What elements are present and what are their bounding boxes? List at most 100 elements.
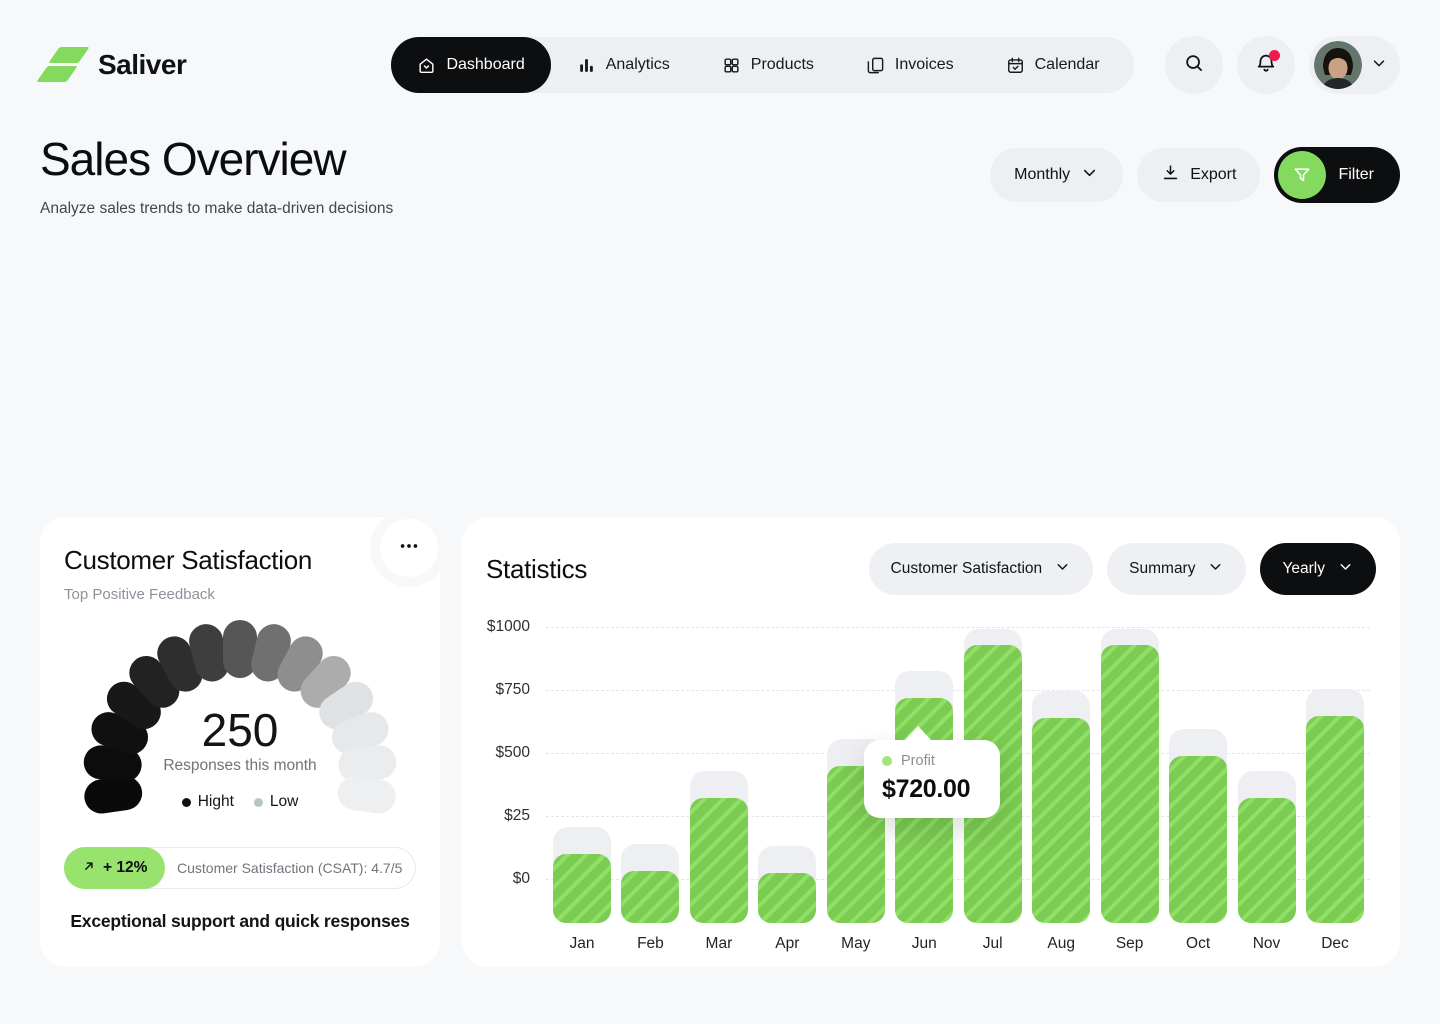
chart-bar-jan[interactable]: Jan (553, 627, 611, 923)
bar-fill (621, 871, 679, 923)
series-dot (882, 756, 892, 766)
y-axis-label: $1000 (476, 618, 530, 636)
bar-fill (553, 854, 611, 923)
x-axis-label: Aug (1032, 935, 1090, 953)
chart-bar-oct[interactable]: Oct (1169, 627, 1227, 923)
x-axis-label: Jun (895, 935, 953, 953)
invoice-icon (866, 56, 885, 75)
nav-item-label: Analytics (606, 56, 670, 74)
bar-fill (1032, 718, 1090, 923)
x-axis-label: Jan (553, 935, 611, 953)
gauge-legend: Hight Low (75, 793, 405, 811)
chevron-down-icon (1370, 54, 1388, 77)
bar-fill (1101, 645, 1159, 923)
mode-dropdown[interactable]: Summary (1107, 543, 1246, 595)
legend-item: Hight (182, 793, 234, 811)
chart-bar-sep[interactable]: Sep (1101, 627, 1159, 923)
legend-label: Hight (198, 793, 234, 811)
legend-dot (182, 798, 191, 807)
nav-item-calendar[interactable]: Calendar (980, 37, 1126, 93)
metric-dropdown-value: Customer Satisfaction (891, 560, 1043, 578)
arrow-up-right-icon (82, 859, 96, 878)
nav-item-products[interactable]: Products (696, 37, 840, 93)
x-axis-label: Dec (1306, 935, 1364, 953)
csat-badge-row: + 12% Customer Satisfaction (CSAT): 4.7/… (64, 847, 416, 889)
gauge-caption: Responses this month (75, 757, 405, 775)
chart-bar-aug[interactable]: Aug (1032, 627, 1090, 923)
bar-fill (690, 798, 748, 923)
chevron-down-icon (1207, 558, 1224, 580)
statistics-card: Statistics Customer Satisfaction Summary… (462, 517, 1400, 967)
metric-dropdown[interactable]: Customer Satisfaction (869, 543, 1094, 595)
main-nav: Dashboard Analytics Products Invoices Calend… (391, 37, 1133, 93)
avatar (1314, 41, 1362, 89)
search-button[interactable] (1165, 36, 1223, 94)
calendar-icon (1006, 56, 1025, 75)
y-axis-label: $500 (476, 744, 530, 762)
nav-item-dashboard[interactable]: Dashboard (391, 37, 550, 93)
chart-bar-apr[interactable]: Apr (758, 627, 816, 923)
profile-menu[interactable] (1309, 36, 1400, 94)
brand-logo-icon (40, 44, 86, 86)
range-dropdown-value: Yearly (1282, 560, 1325, 578)
tooltip-value: $720.00 (882, 775, 1000, 804)
filter-button-label: Filter (1338, 166, 1374, 184)
notification-dot (1269, 50, 1280, 61)
nav-item-label: Invoices (895, 56, 954, 74)
bar-fill (1238, 798, 1296, 923)
brand-logo[interactable]: Saliver (40, 44, 360, 86)
chevron-down-icon (1054, 558, 1071, 580)
chart-bar-nov[interactable]: Nov (1238, 627, 1296, 923)
legend-item: Low (254, 793, 298, 811)
mode-dropdown-value: Summary (1129, 560, 1195, 578)
customer-satisfaction-card: Customer Satisfaction Top Positive Feedb… (40, 517, 440, 967)
bar-fill (758, 873, 816, 923)
nav-item-invoices[interactable]: Invoices (840, 37, 980, 93)
notifications-button[interactable] (1237, 36, 1295, 94)
csat-score-text: Customer Satisfaction (CSAT): 4.7/5 (164, 860, 415, 876)
x-axis-label: Jul (964, 935, 1022, 953)
chart-tooltip: Profit $720.00 (864, 740, 1000, 818)
y-axis-label: $25 (476, 807, 530, 825)
home-icon (417, 56, 436, 75)
ellipsis-icon (398, 535, 420, 562)
top-bar: Saliver Dashboard Analytics Products Invoic… (0, 0, 1440, 94)
y-axis-label: $0 (476, 870, 530, 888)
y-axis-label: $750 (476, 681, 530, 699)
filter-button[interactable]: Filter (1274, 147, 1400, 203)
nav-item-analytics[interactable]: Analytics (551, 37, 696, 93)
legend-label: Low (270, 793, 298, 811)
chevron-down-icon (1337, 558, 1354, 580)
bar-fill (1306, 716, 1364, 923)
period-dropdown-value: Monthly (1014, 166, 1070, 184)
page-head: Sales Overview Analyze sales trends to m… (0, 94, 1440, 218)
top-actions (1165, 36, 1400, 94)
chart-area: $1000$750$500$25$0 JanFebMarAprMayJunJul… (476, 599, 1370, 971)
x-axis-label: Feb (621, 935, 679, 953)
page-subtitle: Analyze sales trends to make data-driven… (40, 200, 393, 218)
x-axis-label: May (827, 935, 885, 953)
period-dropdown[interactable]: Monthly (990, 148, 1123, 202)
change-badge-value: + 12% (103, 859, 147, 877)
legend-dot (254, 798, 263, 807)
tooltip-series-label: Profit (901, 753, 935, 769)
chart-bar-dec[interactable]: Dec (1306, 627, 1364, 923)
chart-bar-feb[interactable]: Feb (621, 627, 679, 923)
change-badge: + 12% (64, 847, 165, 889)
grid-icon (722, 56, 741, 75)
bar-fill (1169, 756, 1227, 923)
export-button[interactable]: Export (1137, 148, 1260, 202)
satisfaction-gauge: 250 Responses this month Hight Low (75, 605, 405, 823)
funnel-icon (1278, 151, 1326, 199)
range-dropdown[interactable]: Yearly (1260, 543, 1376, 595)
satisfaction-footer: Exceptional support and quick responses (64, 911, 416, 932)
x-axis-label: Apr (758, 935, 816, 953)
statistics-title: Statistics (486, 554, 587, 585)
satisfaction-title: Customer Satisfaction (64, 545, 416, 576)
page-title: Sales Overview (40, 132, 393, 186)
chart-bar-mar[interactable]: Mar (690, 627, 748, 923)
x-axis-label: Nov (1238, 935, 1296, 953)
satisfaction-subtitle: Top Positive Feedback (64, 586, 416, 603)
card-menu-button[interactable] (380, 519, 438, 577)
gauge-value: 250 (75, 703, 405, 757)
